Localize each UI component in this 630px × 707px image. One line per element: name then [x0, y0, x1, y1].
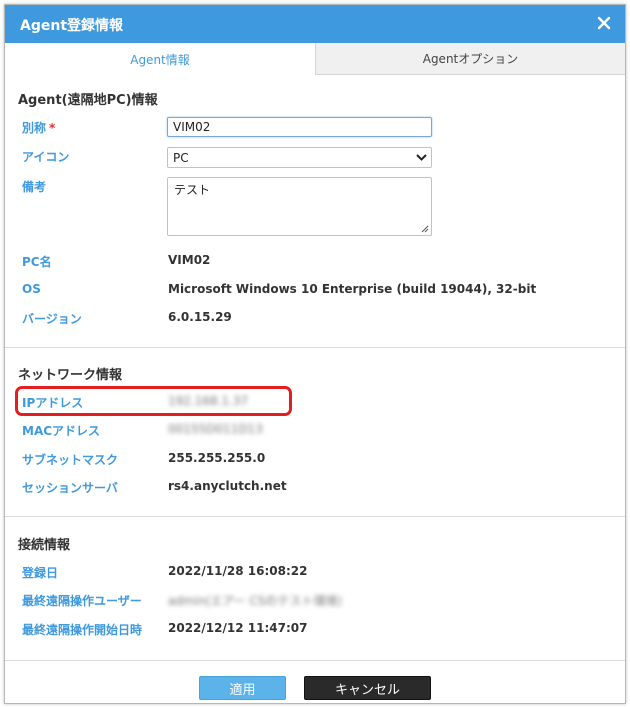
pc-name-label: PC名 — [22, 255, 52, 269]
mac-address-label: MACアドレス — [22, 424, 101, 438]
last-remote-start-value: 2022/12/12 11:47:07 — [168, 621, 308, 635]
icon-label: アイコン — [22, 150, 70, 164]
session-server-label: セッションサーバ — [22, 481, 118, 495]
version-label: バージョン — [22, 312, 82, 326]
notes-label: 備考 — [22, 180, 47, 194]
registered-date-value: 2022/11/28 16:08:22 — [168, 564, 308, 578]
registered-date-label: 登録日 — [22, 566, 59, 580]
subnet-mask-label: サブネットマスク — [22, 453, 119, 467]
pc-name-value: VIM02 — [168, 253, 211, 267]
alias-input[interactable]: VIM02 — [167, 117, 432, 137]
section-divider — [5, 516, 625, 517]
icon-select[interactable]: PC — [167, 147, 432, 168]
dialog-title: Agent登録情報 — [20, 18, 124, 34]
ip-address-value: 192.168.1.37 — [168, 394, 249, 408]
session-server-value: rs4.anyclutch.net — [168, 479, 287, 493]
tab-bar: Agent情報 Agentオプション — [5, 43, 625, 75]
alias-label: 別称 * — [22, 119, 55, 136]
os-value: Microsoft Windows 10 Enterprise (build 1… — [168, 282, 537, 296]
icon-select-value: PC — [173, 151, 189, 165]
agent-section-title: Agent(遠隔地PC)情報 — [18, 93, 158, 108]
notes-value: テスト — [174, 183, 211, 197]
connection-section-title: 接続情報 — [18, 538, 71, 553]
resize-grip-icon[interactable] — [421, 225, 429, 233]
apply-button[interactable]: 適用 — [199, 676, 286, 700]
subnet-mask-value: 255.255.255.0 — [168, 451, 266, 465]
last-remote-user-value: admin(エアー CSのテスト環境) — [168, 594, 343, 608]
chevron-down-icon — [416, 154, 427, 161]
last-remote-start-label: 最終遠隔操作開始日時 — [22, 623, 143, 637]
alias-label-text: 別称 — [22, 121, 47, 135]
close-icon — [597, 16, 611, 30]
close-button[interactable] — [593, 11, 615, 35]
cancel-button[interactable]: キャンセル — [304, 676, 431, 700]
mac-address-value: 00155D011D13 — [168, 422, 263, 436]
tab-agent-options[interactable]: Agentオプション — [315, 43, 625, 75]
footer-divider — [5, 660, 625, 661]
agent-registration-dialog: Agent登録情報 Agent情報 Agentオプション Agent(遠隔地PC… — [4, 4, 626, 704]
network-section-title: ネットワーク情報 — [18, 368, 123, 383]
required-mark: * — [49, 121, 56, 135]
os-label: OS — [22, 282, 41, 296]
ip-address-label: IPアドレス — [22, 396, 84, 410]
last-remote-user-label: 最終遠隔操作ユーザー — [22, 594, 142, 608]
dialog-titlebar: Agent登録情報 — [5, 5, 625, 43]
tab-agent-info[interactable]: Agent情報 — [5, 43, 315, 75]
notes-textarea[interactable]: テスト — [167, 177, 432, 236]
section-divider — [5, 347, 625, 348]
version-value: 6.0.15.29 — [168, 310, 232, 324]
